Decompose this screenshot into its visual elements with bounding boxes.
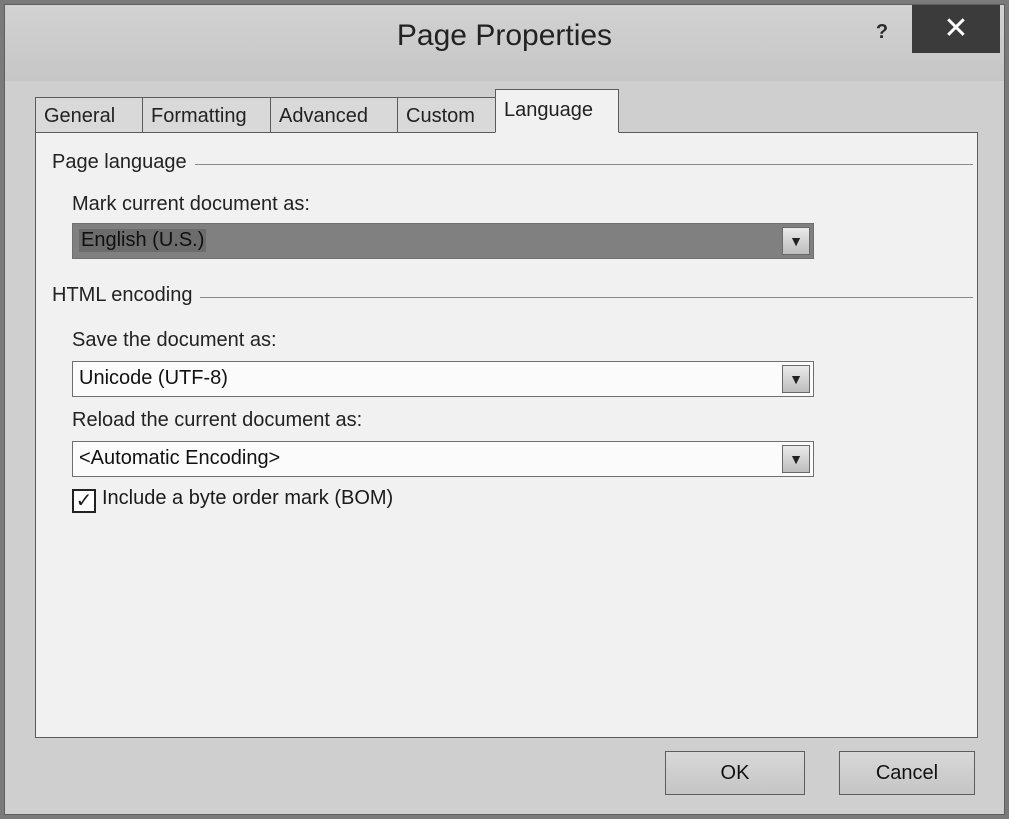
help-icon: ? [875, 21, 889, 43]
close-button[interactable]: ✕ [912, 5, 1000, 53]
tab-language[interactable]: Language [495, 89, 619, 133]
reload-document-value: <Automatic Encoding> [79, 447, 281, 469]
mark-document-label: Mark current document as: [72, 193, 310, 215]
bom-checkbox-label[interactable]: Include a byte order mark (BOM) [102, 487, 393, 510]
page-language-group-title: Page language [52, 151, 195, 174]
checkmark-icon: ✓ [75, 490, 93, 512]
page-properties-dialog: Page Properties ? ✕ General Formatting A… [4, 4, 1005, 815]
tab-advanced[interactable]: Advanced [270, 97, 398, 133]
save-document-dropdown[interactable]: Unicode (UTF-8) ▼ [72, 361, 814, 397]
language-tab-panel: Page language Mark current document as: … [35, 132, 978, 738]
tab-formatting[interactable]: Formatting [142, 97, 271, 133]
close-icon: ✕ [943, 12, 969, 45]
tab-general[interactable]: General [35, 97, 143, 133]
save-document-label: Save the document as: [72, 329, 277, 351]
bom-checkbox[interactable]: ✓ [72, 489, 96, 513]
reload-document-label: Reload the current document as: [72, 409, 363, 431]
title-bar: Page Properties ? ✕ [5, 5, 1004, 81]
mark-document-dropdown[interactable]: English (U.S.) ▼ [72, 223, 814, 259]
tab-custom[interactable]: Custom [397, 97, 496, 133]
chevron-down-icon[interactable]: ▼ [782, 365, 810, 393]
save-document-value: Unicode (UTF-8) [79, 367, 228, 389]
help-button[interactable]: ? [860, 15, 904, 49]
html-encoding-group-title: HTML encoding [52, 284, 201, 307]
mark-document-value: English (U.S.) [79, 229, 207, 252]
tab-strip: General Formatting Advanced Custom Langu… [35, 89, 735, 133]
dialog-title: Page Properties [396, 19, 613, 52]
chevron-down-icon[interactable]: ▼ [782, 445, 810, 473]
chevron-down-icon[interactable]: ▼ [782, 227, 810, 255]
reload-document-dropdown[interactable]: <Automatic Encoding> ▼ [72, 441, 814, 477]
cancel-button[interactable]: Cancel [839, 751, 975, 795]
ok-button[interactable]: OK [665, 751, 805, 795]
